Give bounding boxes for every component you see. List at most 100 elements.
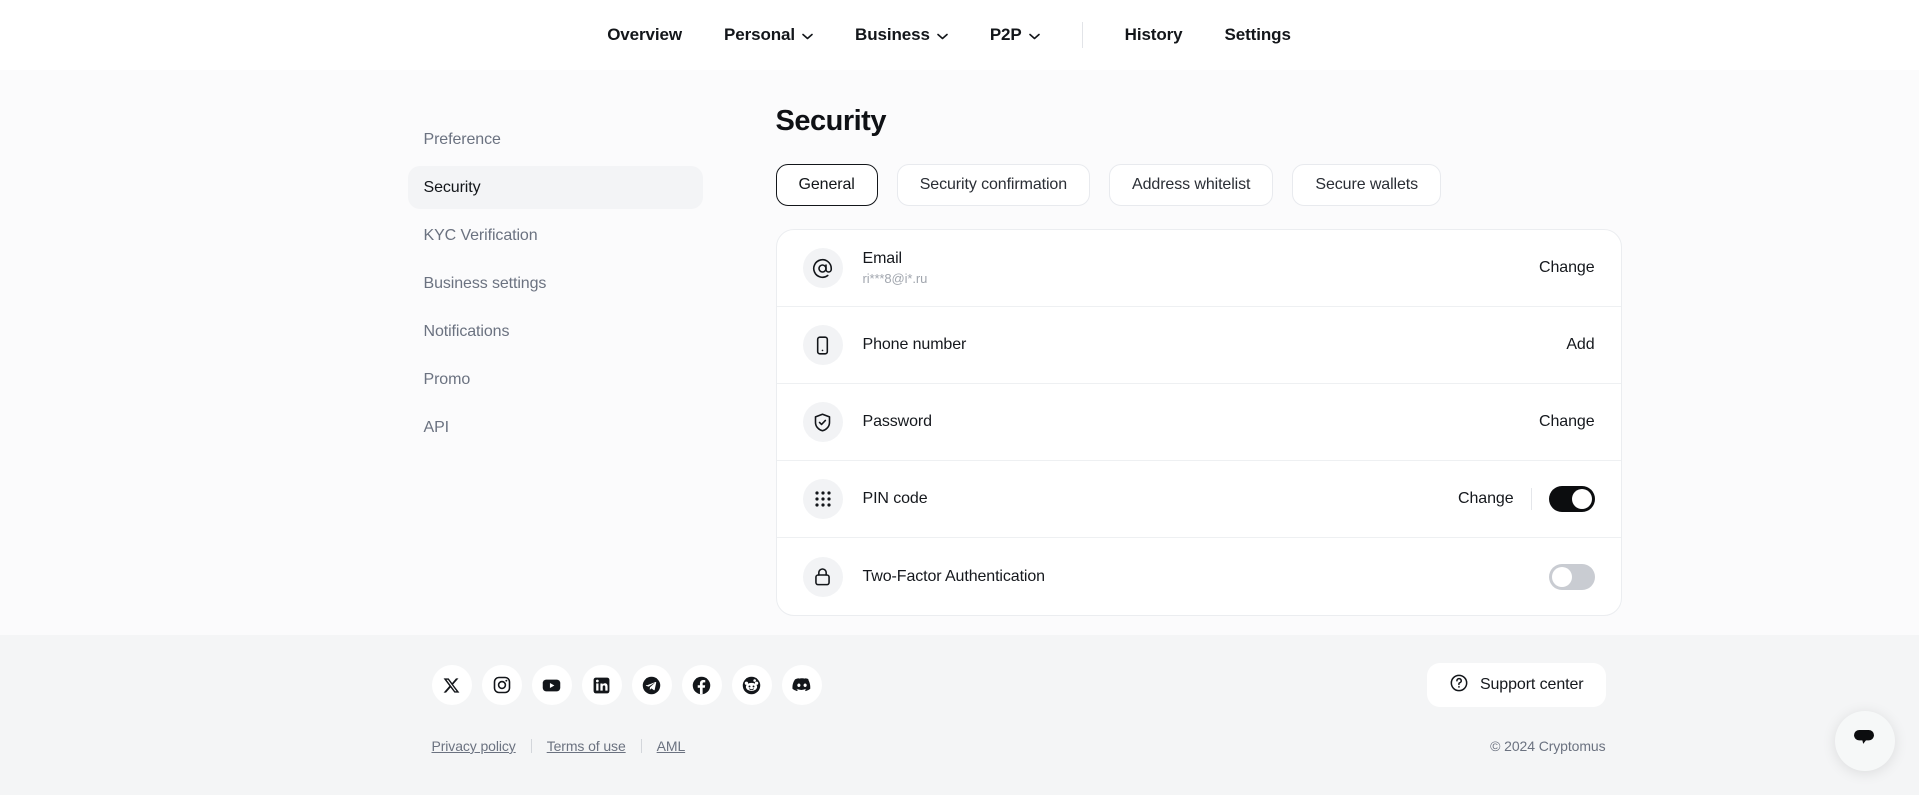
page-footer: Support center Privacy policy Terms of u… [0,635,1919,795]
sidebar-item-kyc-verification[interactable]: KYC Verification [408,214,703,257]
row-actions: Add [1566,336,1594,354]
row-label: Phone number [862,336,967,353]
page-body: Preference Security KYC Verification Bus… [0,70,1919,635]
nav-item-label: P2P [989,25,1022,44]
legal-divider [640,739,642,753]
sidebar-item-label: Promo [423,370,471,388]
row-value-masked-email: ri***8@i*.ru [862,271,928,286]
nav-item-history[interactable]: History [1104,25,1204,45]
chevron-down-icon [937,33,948,40]
pin-code-toggle[interactable] [1548,486,1595,512]
security-row-password: Password Change [776,384,1621,461]
nav-divider [1081,22,1083,48]
change-email-button[interactable]: Change [1539,259,1595,277]
action-divider [1530,488,1532,510]
security-row-phone-number: Phone number Add [776,307,1621,384]
telegram-icon[interactable] [631,665,672,705]
security-row-email: Email ri***8@i*.ru Change [776,230,1621,307]
tab-address-whitelist[interactable]: Address whitelist [1109,164,1274,206]
row-label: Two-Factor Authentication [862,567,1046,585]
page-title: Security [775,105,887,137]
terms-of-use-link[interactable]: Terms of use [547,738,626,754]
sidebar-item-label: Preference [423,130,501,148]
chat-bubble-icon [1852,727,1878,756]
sidebar-item-label: KYC Verification [423,226,538,244]
question-mark-icon [1449,673,1469,698]
row-label: Password [862,413,933,430]
nav-item-p2p[interactable]: P2P [969,25,1061,45]
sidebar-item-promo[interactable]: Promo [408,358,703,401]
nav-item-label: Business [855,25,930,44]
sidebar-item-security[interactable]: Security [407,166,703,209]
main-content: Security General Security confirmation A… [703,105,1622,616]
chat-widget-button[interactable] [1835,711,1895,771]
sidebar-item-label: Notifications [423,322,510,340]
social-links [431,665,822,705]
nav-item-label: History [1124,25,1183,44]
row-actions [1548,563,1595,590]
top-header: Overview Personal Business P2P History S… [0,0,1919,70]
row-text: Phone number [863,336,1567,354]
row-actions: Change [1539,259,1595,277]
row-label: Email [862,250,903,267]
smartphone-icon [802,325,843,365]
row-actions: Change [1539,413,1595,431]
tab-secure-wallets[interactable]: Secure wallets [1292,164,1442,206]
security-row-pin-code: PIN code Change [776,461,1621,538]
nav-item-overview[interactable]: Overview [607,25,703,45]
security-tabs: General Security confirmation Address wh… [775,164,1622,206]
change-password-button[interactable]: Change [1539,413,1595,431]
nav-item-label: Overview [607,25,682,44]
at-icon [802,248,843,288]
toggle-knob [1571,489,1592,509]
nav-item-label: Personal [724,25,796,44]
facebook-icon[interactable] [681,665,722,705]
privacy-policy-link[interactable]: Privacy policy [432,738,516,754]
legal-divider [530,739,532,753]
nav-item-business[interactable]: Business [834,25,969,45]
row-text: Two-Factor Authentication [863,568,1549,586]
aml-link[interactable]: AML [657,738,686,754]
sidebar-item-label: API [423,418,450,436]
sidebar-item-business-settings[interactable]: Business settings [408,262,703,305]
sidebar-item-label: Security [423,178,481,196]
row-text: PIN code [863,490,1459,508]
tab-label: Secure wallets [1315,176,1419,193]
toggle-knob [1551,566,1572,587]
sidebar-item-notifications[interactable]: Notifications [408,310,703,353]
chevron-down-icon [1028,33,1040,40]
two-factor-authentication-toggle[interactable] [1548,563,1595,590]
row-text: Email ri***8@i*.ru [863,250,1540,286]
tab-label: Security confirmation [919,176,1068,193]
nav-item-settings[interactable]: Settings [1204,25,1312,45]
discord-icon[interactable] [781,665,822,705]
dot-grid-icon [802,479,843,519]
security-settings-card: Email ri***8@i*.ru Change Phone number A… [775,229,1622,616]
lock-icon [802,556,843,597]
copyright-text: © 2024 Cryptomus [1490,738,1606,754]
change-pin-code-button[interactable]: Change [1458,490,1514,508]
youtube-icon[interactable] [531,665,572,705]
support-center-label: Support center [1479,676,1584,693]
nav-item-label: Settings [1224,25,1291,44]
tab-general[interactable]: General [775,164,878,206]
nav-item-personal[interactable]: Personal [703,25,834,45]
add-phone-number-button[interactable]: Add [1566,336,1594,354]
row-text: Password [863,413,1540,431]
x-icon[interactable] [431,665,472,705]
sidebar-item-label: Business settings [423,274,547,292]
linkedin-icon[interactable] [581,665,622,705]
shield-check-icon [802,402,843,442]
reddit-icon[interactable] [731,665,772,705]
main-nav: Overview Personal Business P2P History S… [607,22,1312,48]
row-label: PIN code [862,490,928,507]
sidebar-item-api[interactable]: API [408,406,703,449]
instagram-icon[interactable] [481,665,522,705]
settings-sidebar: Preference Security KYC Verification Bus… [407,105,703,616]
tab-security-confirmation[interactable]: Security confirmation [896,164,1091,206]
support-center-button[interactable]: Support center [1426,663,1606,707]
legal-links: Privacy policy Terms of use AML [432,738,686,754]
sidebar-item-preference[interactable]: Preference [408,118,703,161]
row-actions: Change [1458,486,1595,512]
chevron-down-icon [802,33,813,40]
